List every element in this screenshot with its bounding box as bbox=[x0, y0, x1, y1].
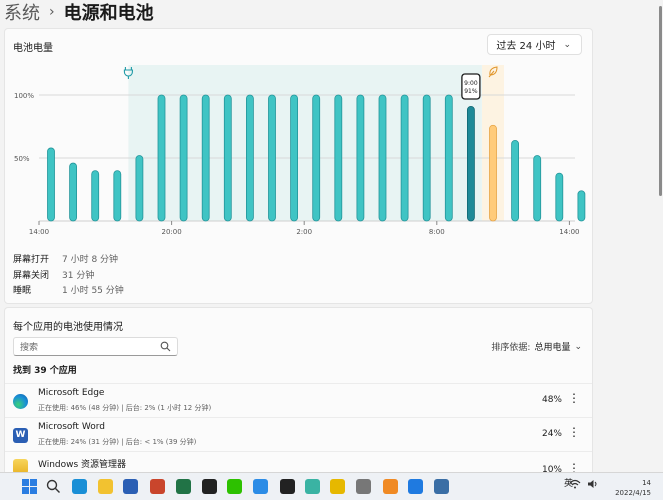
more-options-icon[interactable]: ⋮ bbox=[568, 392, 580, 404]
printer-icon[interactable] bbox=[356, 479, 371, 494]
breadcrumb-system-link[interactable]: 系统 bbox=[4, 0, 40, 25]
scrollbar-thumb[interactable] bbox=[659, 6, 662, 196]
battery-bar bbox=[69, 162, 77, 222]
battery-bar bbox=[47, 147, 55, 222]
battery-bar bbox=[511, 139, 520, 222]
stat-label: 睡眠 bbox=[13, 286, 32, 297]
battery-bar bbox=[179, 94, 188, 222]
sort-label: 排序依据: bbox=[491, 343, 531, 353]
breadcrumb: 系统 › 电源和电池 bbox=[4, 0, 154, 24]
y-tick-label: 100% bbox=[14, 92, 34, 100]
powerpoint-icon[interactable] bbox=[150, 479, 165, 494]
stat-sleep: 睡眠 1 小时 55 分钟 bbox=[13, 282, 124, 298]
wechat-icon[interactable] bbox=[227, 479, 242, 494]
x-tick-label: 20:00 bbox=[162, 228, 182, 236]
sort-dropdown[interactable]: 排序依据: 总用电量 ⌄ bbox=[491, 340, 582, 354]
battery-bar bbox=[466, 105, 475, 222]
app-name: Windows 资源管理器 bbox=[38, 460, 127, 470]
app-percent: 48% bbox=[541, 395, 562, 405]
windows-start-icon[interactable] bbox=[22, 479, 37, 494]
stat-value: 31 分钟 bbox=[62, 270, 95, 281]
y-tick-label: 50% bbox=[14, 155, 30, 163]
stat-value: 1 小时 55 分钟 bbox=[62, 286, 124, 297]
battery-bar bbox=[245, 94, 254, 222]
todo-icon[interactable] bbox=[408, 479, 423, 494]
stat-screen-off: 屏幕关闭 31 分钟 bbox=[13, 267, 124, 283]
vpn-icon[interactable] bbox=[305, 479, 320, 494]
page-title: 电源和电池 bbox=[63, 3, 154, 24]
browser-icon[interactable] bbox=[383, 479, 398, 494]
chevron-down-icon: ⌄ bbox=[574, 341, 582, 352]
baidu-netdisk-icon[interactable] bbox=[253, 479, 268, 494]
tooltip-value: 91% bbox=[464, 88, 478, 95]
app-usage-detail: 正在使用: 46% (48 分钟) | 后台: 2% (1 小时 12 分钟) bbox=[38, 404, 212, 412]
battery-bar bbox=[533, 155, 542, 222]
battery-bar bbox=[444, 94, 453, 222]
settings-icon[interactable] bbox=[434, 479, 449, 494]
battery-bar bbox=[378, 94, 387, 222]
word-icon: W bbox=[13, 428, 28, 443]
wifi-icon bbox=[569, 479, 581, 489]
clock-time: 14 bbox=[642, 479, 651, 487]
app-search-input[interactable]: 搜索 bbox=[13, 337, 178, 356]
battery-bar bbox=[290, 94, 299, 222]
battery-level-card: 电池电量 过去 24 小时 ⌄ 100% 50% 14:00 20:00 2:00 8:0… bbox=[4, 28, 593, 304]
battery-bar bbox=[223, 94, 232, 222]
taskbar: 英 14 2022/4/15 bbox=[0, 472, 663, 500]
battery-bar bbox=[135, 155, 144, 222]
stat-screen-on: 屏幕打开 7 小时 8 分钟 bbox=[13, 251, 124, 267]
battery-bar bbox=[577, 190, 586, 222]
excel-icon[interactable] bbox=[176, 479, 191, 494]
terminal-icon[interactable] bbox=[280, 479, 295, 494]
clock-date: 2022/4/15 bbox=[615, 489, 651, 497]
edge-icon bbox=[13, 394, 28, 409]
battery-bar bbox=[489, 124, 497, 222]
app-usage-detail: 正在使用: 24% (31 分钟) | 后台: < 1% (39 分钟) bbox=[38, 438, 197, 446]
speaker-icon bbox=[588, 480, 597, 488]
notes-icon[interactable] bbox=[330, 479, 345, 494]
stat-value: 7 小时 8 分钟 bbox=[62, 255, 119, 266]
battery-bar bbox=[555, 172, 564, 222]
sort-value: 总用电量 bbox=[534, 343, 571, 353]
more-options-icon[interactable]: ⋮ bbox=[568, 426, 580, 438]
battery-bar bbox=[312, 94, 321, 222]
battery-bar bbox=[356, 94, 365, 222]
x-tick-label: 14:00 bbox=[29, 228, 49, 236]
battery-bar bbox=[268, 94, 276, 222]
tooltip-time: 9:00 bbox=[464, 80, 478, 87]
stat-label: 屏幕打开 bbox=[13, 255, 50, 266]
qq-icon[interactable] bbox=[202, 479, 217, 494]
battery-bar bbox=[91, 170, 100, 222]
battery-bar bbox=[334, 94, 343, 222]
file-explorer-icon[interactable] bbox=[98, 479, 113, 494]
search-placeholder: 搜索 bbox=[20, 343, 39, 353]
battery-bar bbox=[422, 94, 431, 222]
x-tick-label: 2:00 bbox=[296, 228, 312, 236]
app-name: Microsoft Edge bbox=[38, 388, 105, 398]
app-name: Microsoft Word bbox=[38, 422, 105, 432]
battery-bar bbox=[113, 170, 122, 222]
search-icon[interactable] bbox=[46, 479, 61, 494]
app-row-edge[interactable]: Microsoft Edge 正在使用: 46% (48 分钟) | 后台: 2… bbox=[5, 383, 592, 417]
app-count: 找到 39 个应用 bbox=[13, 366, 77, 376]
word-icon[interactable] bbox=[123, 479, 138, 494]
x-tick-label: 8:00 bbox=[429, 228, 445, 236]
app-percent: 24% bbox=[541, 429, 562, 439]
app-usage-title: 每个应用的电池使用情况 bbox=[13, 322, 123, 333]
battery-bar bbox=[201, 94, 210, 222]
edge-icon[interactable] bbox=[72, 479, 87, 494]
stat-label: 屏幕关闭 bbox=[13, 270, 50, 281]
system-tray-icons[interactable] bbox=[569, 479, 599, 489]
search-icon bbox=[160, 341, 171, 352]
x-tick-label: 14:00 bbox=[559, 228, 579, 236]
battery-bar bbox=[157, 94, 166, 222]
breadcrumb-separator-icon: › bbox=[49, 4, 55, 20]
scrollbar[interactable] bbox=[657, 0, 663, 470]
app-battery-usage-card: 每个应用的电池使用情况 搜索 排序依据: 总用电量 ⌄ 找到 39 个应用 Mi… bbox=[4, 307, 593, 475]
app-row-word[interactable]: W Microsoft Word 正在使用: 24% (31 分钟) | 后台:… bbox=[5, 417, 592, 451]
taskbar-clock[interactable]: 14 2022/4/15 bbox=[615, 478, 651, 498]
screen-usage-stats: 屏幕打开 7 小时 8 分钟 屏幕关闭 31 分钟 睡眠 1 小时 55 分钟 bbox=[13, 251, 124, 298]
battery-bar bbox=[400, 94, 409, 222]
